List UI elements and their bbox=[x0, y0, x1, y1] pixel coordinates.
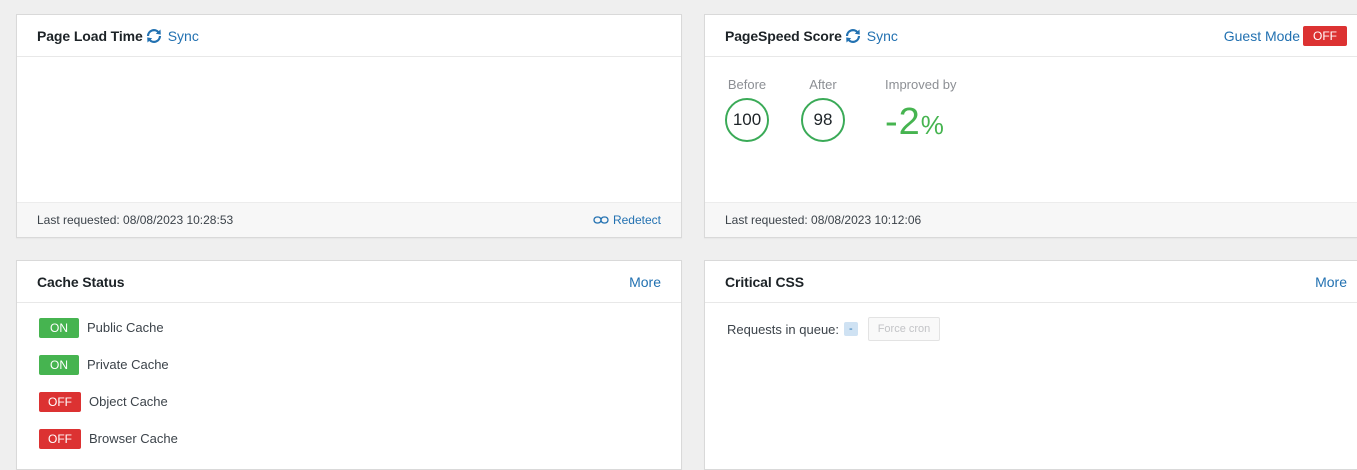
browser-cache-label: Browser Cache bbox=[89, 431, 178, 446]
force-cron-button[interactable]: Force cron bbox=[867, 317, 941, 341]
critical-css-card: Critical CSS More Requests in queue: - F… bbox=[704, 260, 1357, 470]
cache-item-private: ON Private Cache bbox=[39, 354, 178, 375]
sync-label: Sync bbox=[167, 27, 199, 44]
private-cache-status-badge: ON bbox=[39, 354, 79, 375]
page-load-time-card: Page Load Time Sync Last requested: 08/0… bbox=[16, 14, 682, 238]
critical-css-queue: Requests in queue: - Force cron bbox=[727, 317, 941, 341]
pagespeed-last-requested: Last requested: 08/08/2023 10:12:06 bbox=[725, 213, 922, 227]
after-score-circle: 98 bbox=[801, 98, 845, 142]
object-cache-status-badge: OFF bbox=[39, 391, 81, 412]
cache-item-object: OFF Object Cache bbox=[39, 391, 178, 412]
sync-icon bbox=[845, 28, 860, 43]
link-icon bbox=[593, 216, 609, 224]
improved-unit: % bbox=[920, 110, 945, 140]
page-load-time-title: Page Load Time bbox=[37, 27, 143, 44]
before-label: Before bbox=[727, 77, 767, 92]
critical-css-actions: More bbox=[1315, 274, 1347, 290]
guest-mode-toggle[interactable]: Guest Mode OFF bbox=[1224, 25, 1347, 46]
browser-cache-status-badge: OFF bbox=[39, 428, 81, 449]
page-load-sync-button[interactable]: Sync bbox=[145, 28, 199, 44]
cache-status-title: Cache Status bbox=[37, 273, 125, 290]
cache-list: ON Public Cache ON Private Cache OFF Obj… bbox=[39, 317, 178, 465]
private-cache-label: Private Cache bbox=[87, 357, 169, 372]
cache-status-card: Cache Status More ON Public Cache ON Pri… bbox=[16, 260, 682, 470]
pagespeed-footer: Last requested: 08/08/2023 10:12:06 bbox=[705, 202, 1357, 237]
pagespeed-title: PageSpeed Score bbox=[725, 27, 842, 44]
cache-item-browser: OFF Browser Cache bbox=[39, 428, 178, 449]
after-score: After 98 bbox=[801, 77, 845, 147]
pagespeed-scores: Before 100 After 98 Improved by -2% bbox=[725, 77, 957, 147]
redetect-button[interactable]: Redetect bbox=[593, 213, 661, 227]
public-cache-status-badge: ON bbox=[39, 317, 79, 338]
guest-mode-label[interactable]: Guest Mode bbox=[1224, 28, 1300, 44]
critical-css-header: Critical CSS More bbox=[705, 261, 1357, 303]
guest-mode-status-badge[interactable]: OFF bbox=[1303, 25, 1347, 46]
page-load-last-requested: Last requested: 08/08/2023 10:28:53 bbox=[37, 213, 234, 227]
queue-label: Requests in queue: bbox=[727, 321, 840, 337]
pagespeed-sync-button[interactable]: Sync bbox=[844, 28, 898, 44]
queue-count-badge: - bbox=[844, 322, 858, 336]
after-label: After bbox=[809, 77, 837, 92]
before-score: Before 100 bbox=[725, 77, 769, 147]
improved-label: Improved by bbox=[885, 77, 957, 92]
improved-value: -2% bbox=[885, 100, 945, 147]
object-cache-label: Object Cache bbox=[89, 394, 168, 409]
before-score-circle: 100 bbox=[725, 98, 769, 142]
sync-label: Sync bbox=[866, 27, 898, 44]
cache-status-more-link[interactable]: More bbox=[629, 274, 661, 290]
cache-status-actions: More bbox=[629, 274, 661, 290]
critical-css-title: Critical CSS bbox=[725, 273, 804, 290]
improved-by: Improved by -2% bbox=[885, 77, 957, 147]
improved-number: -2 bbox=[885, 101, 921, 143]
sync-icon bbox=[146, 28, 161, 43]
redetect-label: Redetect bbox=[612, 213, 661, 227]
page-load-time-header: Page Load Time Sync bbox=[17, 15, 681, 57]
page-load-footer: Last requested: 08/08/2023 10:28:53 Rede… bbox=[17, 202, 681, 237]
pagespeed-score-card: PageSpeed Score Sync Guest Mode OFF Befo… bbox=[704, 14, 1357, 238]
pagespeed-header: PageSpeed Score Sync Guest Mode OFF bbox=[705, 15, 1357, 57]
cache-item-public: ON Public Cache bbox=[39, 317, 178, 338]
cache-status-header: Cache Status More bbox=[17, 261, 681, 303]
public-cache-label: Public Cache bbox=[87, 320, 164, 335]
critical-css-more-link[interactable]: More bbox=[1315, 274, 1347, 290]
